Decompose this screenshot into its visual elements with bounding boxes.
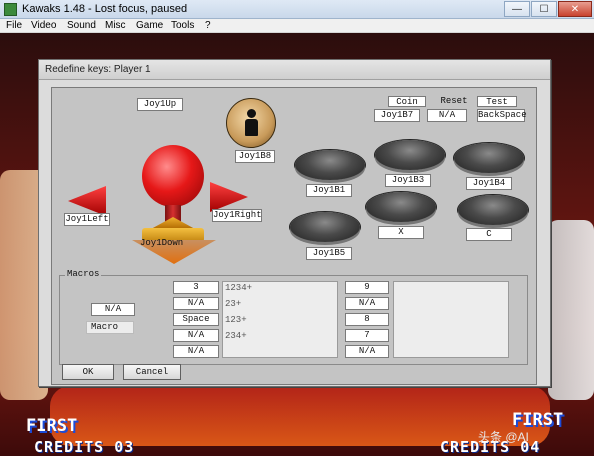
- button-d[interactable]: [290, 212, 360, 242]
- person-icon-head: [247, 109, 256, 118]
- macros-group: Macros N/A Macro 3 N/A Space N/A N/A 123…: [59, 269, 528, 365]
- macro-sequence: 234+: [225, 331, 247, 341]
- macro-right-key-2[interactable]: N/A: [345, 297, 389, 310]
- macro-left-key-2[interactable]: N/A: [173, 297, 219, 310]
- cancel-button[interactable]: Cancel: [123, 364, 181, 380]
- minimize-button[interactable]: —: [504, 1, 530, 17]
- reset-field[interactable]: N/A: [427, 109, 467, 122]
- menu-game[interactable]: Game: [136, 19, 163, 33]
- coin-label: Coin: [388, 96, 426, 107]
- joystick-ball: [142, 145, 204, 207]
- menu-tools[interactable]: Tools: [171, 19, 194, 33]
- macro-right-key-5[interactable]: N/A: [345, 345, 389, 358]
- dialog-client: Joy1Up Joy1Left Joy1Right Joy1Down Joy1B…: [51, 87, 537, 385]
- button-z[interactable]: [458, 195, 528, 225]
- button-x-field[interactable]: X: [378, 226, 424, 239]
- macro-left-key-1[interactable]: 3: [173, 281, 219, 294]
- arrow-right-icon: [210, 182, 248, 212]
- start-button[interactable]: [226, 98, 276, 148]
- close-button[interactable]: ✕: [558, 1, 592, 17]
- arrow-left-icon: [68, 186, 106, 216]
- redefine-keys-dialog: Redefine keys: Player 1 Joy1Up Joy1Left …: [38, 59, 551, 387]
- button-a[interactable]: [295, 150, 365, 180]
- macro-right-key-1[interactable]: 9: [345, 281, 389, 294]
- menu-misc[interactable]: Misc: [105, 19, 126, 33]
- macro-label: Macro: [86, 321, 134, 334]
- macros-title: Macros: [65, 269, 102, 279]
- maximize-button[interactable]: ☐: [531, 1, 557, 17]
- button-x[interactable]: [366, 192, 436, 222]
- macro-left-sequence-panel[interactable]: 1234+ 23+ 123+ 234+: [222, 281, 338, 358]
- watermark: 头条 @AI: [478, 430, 529, 444]
- start-key-field[interactable]: Joy1B8: [235, 150, 275, 163]
- menu-video[interactable]: Video: [31, 19, 56, 33]
- macro-left-key-5[interactable]: N/A: [173, 345, 219, 358]
- macro-right-key-3[interactable]: 8: [345, 313, 389, 326]
- ok-button[interactable]: OK: [62, 364, 114, 380]
- macro-right-key-4[interactable]: 7: [345, 329, 389, 342]
- first-label-right: FIRST: [512, 410, 564, 430]
- macro-sequence: 23+: [225, 299, 242, 309]
- button-b-field[interactable]: Joy1B3: [385, 174, 431, 187]
- window-title: Kawaks 1.48 - Lost focus, paused: [22, 3, 188, 15]
- test-label: Test: [477, 96, 517, 107]
- menu-bar: File Video Sound Misc Game Tools ?: [0, 19, 594, 33]
- joy-down-field[interactable]: Joy1Down: [140, 238, 183, 248]
- macro-sequence: 1234+: [225, 283, 253, 293]
- dialog-titlebar: Redefine keys: Player 1: [39, 60, 550, 80]
- macro-right-sequence-panel[interactable]: [393, 281, 509, 358]
- menu-sound[interactable]: Sound: [67, 19, 96, 33]
- joy-left-field[interactable]: Joy1Left: [64, 213, 110, 226]
- button-b[interactable]: [375, 140, 445, 170]
- dialog-title: Redefine keys: Player 1: [45, 64, 151, 75]
- button-z-field[interactable]: C: [466, 228, 512, 241]
- first-label-left: FIRST: [26, 416, 78, 436]
- window-titlebar: Kawaks 1.48 - Lost focus, paused — ☐ ✕: [0, 0, 594, 19]
- button-d-field[interactable]: Joy1B5: [306, 247, 352, 260]
- reset-label: Reset: [440, 96, 468, 106]
- app-icon: [4, 3, 17, 16]
- credits-left: CREDITS 03: [34, 438, 135, 456]
- person-icon: [245, 119, 258, 136]
- button-a-field[interactable]: Joy1B1: [306, 184, 352, 197]
- macro-field[interactable]: N/A: [91, 303, 135, 316]
- test-field[interactable]: BackSpace: [477, 109, 527, 122]
- macro-sequence: 123+: [225, 315, 247, 325]
- joy-right-field[interactable]: Joy1Right: [212, 209, 262, 222]
- button-c[interactable]: [454, 143, 524, 173]
- macro-left-key-4[interactable]: N/A: [173, 329, 219, 342]
- game-logo-backdrop: [50, 386, 550, 446]
- fighter-right: [548, 220, 594, 400]
- button-c-field[interactable]: Joy1B4: [466, 177, 512, 190]
- menu-help[interactable]: ?: [205, 19, 211, 33]
- joy-up-field[interactable]: Joy1Up: [137, 98, 183, 111]
- coin-field[interactable]: Joy1B7: [374, 109, 420, 122]
- macro-left-key-3[interactable]: Space: [173, 313, 219, 326]
- menu-file[interactable]: File: [6, 19, 22, 33]
